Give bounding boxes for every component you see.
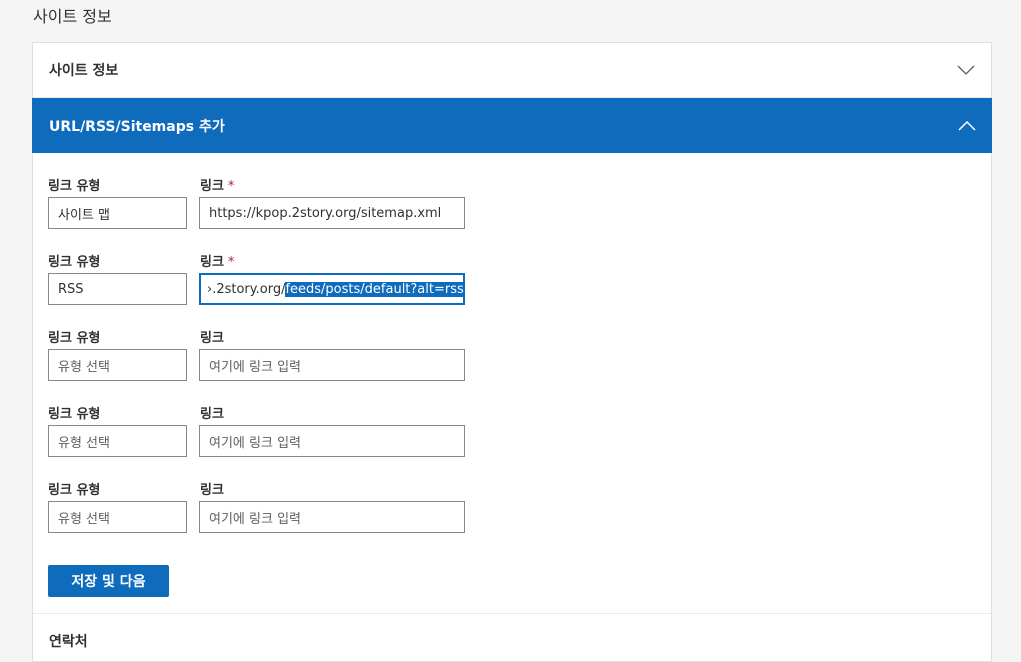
- link-type-label: 링크 유형: [48, 407, 101, 422]
- section-divider: [33, 613, 991, 614]
- link-input[interactable]: 여기에 링크 입력: [199, 425, 465, 457]
- link-label: 링크 *: [200, 255, 235, 270]
- link-type-label: 링크 유형: [48, 331, 101, 346]
- accordion-site-info-title: 사이트 정보: [49, 63, 119, 79]
- required-marker: *: [227, 255, 235, 270]
- accordion-url-rss-header[interactable]: URL/RSS/Sitemaps 추가: [32, 98, 992, 153]
- link-input-selected-text: feeds/posts/default?alt=rss: [285, 281, 464, 297]
- link-label: 링크: [200, 407, 224, 422]
- accordion-url-rss-title: URL/RSS/Sitemaps 추가: [49, 118, 225, 135]
- link-input[interactable]: 여기에 링크 입력: [199, 349, 465, 381]
- link-type-select[interactable]: 유형 선택: [48, 349, 187, 381]
- link-type-label: 링크 유형: [48, 483, 101, 498]
- link-row: 링크 유형 링크 * RSS ›.2story.org/feeds/posts/d…: [48, 251, 478, 311]
- link-label: 링크 *: [200, 179, 235, 194]
- link-type-select[interactable]: 사이트 맵: [48, 197, 187, 229]
- chevron-up-icon: [958, 120, 976, 131]
- accordion-contact-header[interactable]: 연락처: [49, 631, 88, 651]
- link-input[interactable]: https://kpop.2story.org/sitemap.xml: [199, 197, 465, 229]
- chevron-down-icon: [957, 65, 975, 75]
- link-type-label: 링크 유형: [48, 179, 101, 194]
- link-row: 링크 유형 링크 유형 선택 여기에 링크 입력: [48, 479, 478, 539]
- link-row: 링크 유형 링크 유형 선택 여기에 링크 입력: [48, 327, 478, 387]
- required-marker: *: [227, 179, 235, 194]
- accordion-site-info-header[interactable]: 사이트 정보: [33, 43, 991, 98]
- link-row: 링크 유형 링크 유형 선택 여기에 링크 입력: [48, 403, 478, 463]
- link-type-label: 링크 유형: [48, 255, 101, 270]
- link-label: 링크: [200, 483, 224, 498]
- save-and-next-button[interactable]: 저장 및 다음: [48, 565, 169, 597]
- site-info-card: 사이트 정보 URL/RSS/Sitemaps 추가 링크 유형 링크 * 사이트…: [32, 42, 992, 662]
- link-label: 링크: [200, 331, 224, 346]
- link-input[interactable]: ›.2story.org/feeds/posts/default?alt=rss: [199, 273, 465, 305]
- link-type-select[interactable]: 유형 선택: [48, 501, 187, 533]
- link-input-text: ›.2story.org/: [207, 281, 286, 297]
- page-title: 사이트 정보: [33, 7, 112, 26]
- link-row: 링크 유형 링크 * 사이트 맵 https://kpop.2story.org/…: [48, 175, 478, 235]
- link-input[interactable]: 여기에 링크 입력: [199, 501, 465, 533]
- link-type-select[interactable]: 유형 선택: [48, 425, 187, 457]
- link-type-select[interactable]: RSS: [48, 273, 187, 305]
